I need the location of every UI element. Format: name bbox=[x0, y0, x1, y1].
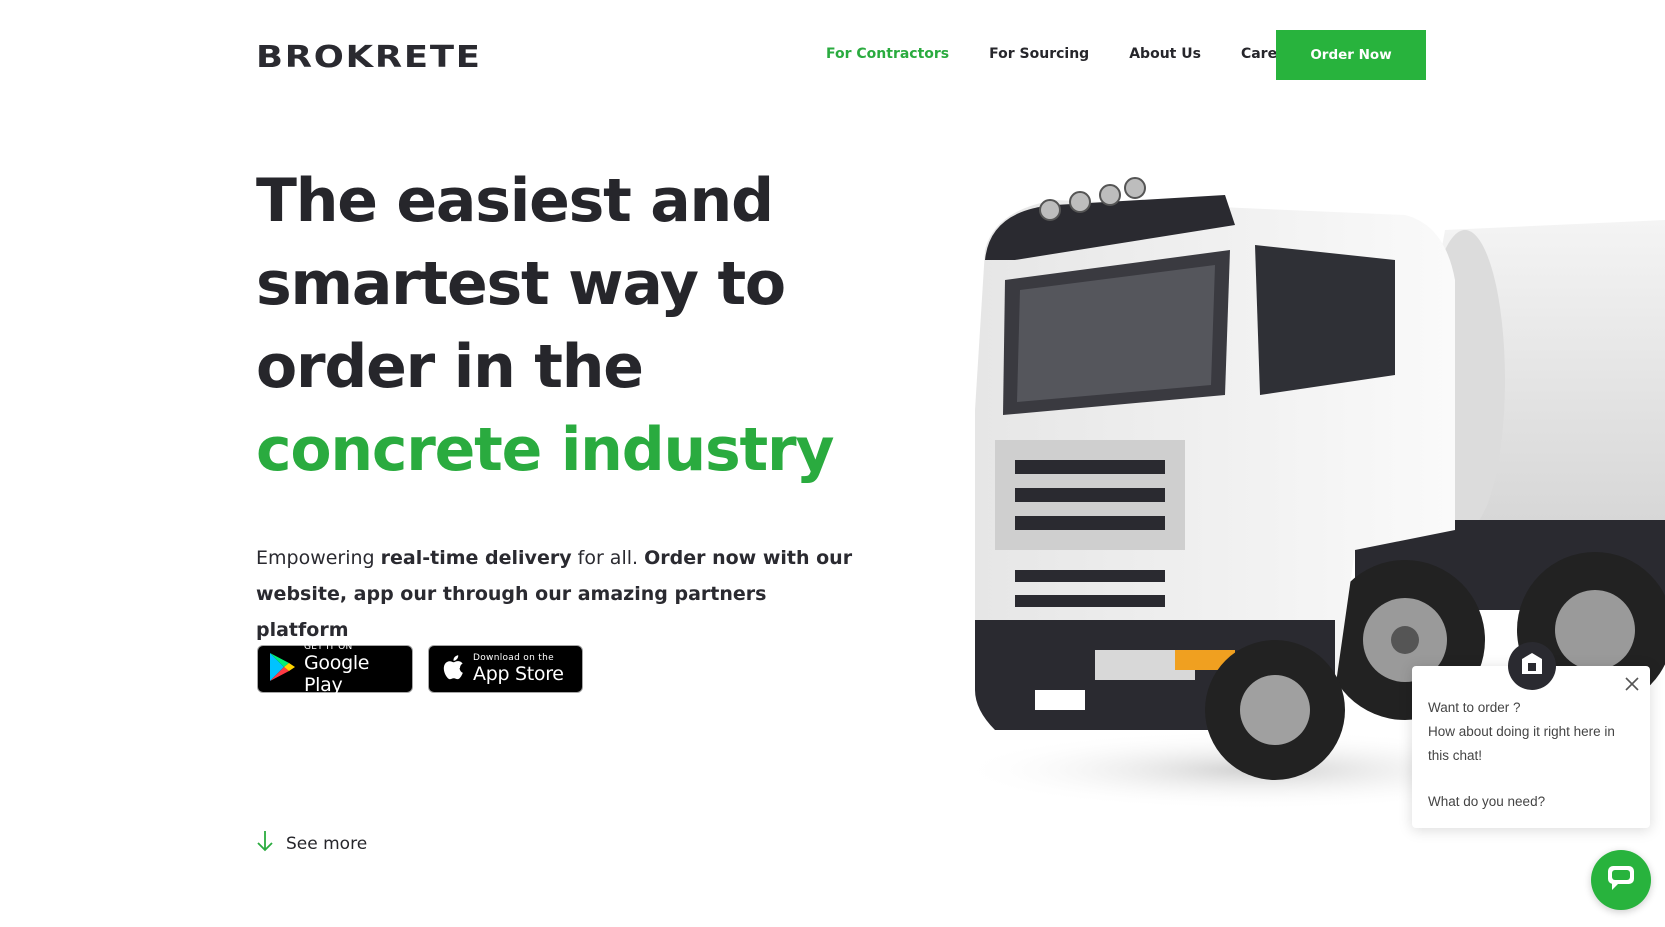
order-now-button[interactable]: Order Now bbox=[1276, 30, 1426, 80]
hero-title: The easiest and smartest way to order in… bbox=[256, 160, 936, 492]
nav-about-us[interactable]: About Us bbox=[1129, 46, 1201, 62]
nav-for-sourcing[interactable]: For Sourcing bbox=[989, 46, 1089, 62]
chat-bubble-icon bbox=[1606, 864, 1636, 897]
google-play-icon bbox=[268, 652, 296, 687]
app-store-badge[interactable]: Download on the App Store bbox=[428, 645, 583, 693]
hero-subtitle: Empowering real-time delivery for all. O… bbox=[256, 540, 856, 648]
app-store-small-text: Download on the bbox=[473, 653, 554, 663]
google-play-big-text: Google Play bbox=[304, 652, 370, 696]
app-store-big-text: App Store bbox=[473, 663, 564, 685]
see-more-label: See more bbox=[286, 833, 368, 854]
chat-close-icon[interactable] bbox=[1624, 676, 1640, 692]
google-play-badge[interactable]: GET IT ON Google Play bbox=[257, 642, 413, 696]
arrow-down-icon bbox=[256, 830, 274, 857]
hero-sub-text-2: for all. bbox=[571, 547, 645, 569]
chat-line-1: Want to order ? bbox=[1428, 700, 1521, 715]
brokrete-logo[interactable]: BROKRETE bbox=[256, 40, 482, 75]
hero-sub-text-1: Empowering bbox=[256, 547, 381, 569]
chat-popup[interactable]: Want to order ? How about doing it right… bbox=[1412, 666, 1650, 828]
apple-icon bbox=[439, 652, 465, 687]
chat-launcher-button[interactable] bbox=[1591, 850, 1651, 910]
see-more-link[interactable]: See more bbox=[256, 830, 367, 857]
chat-line-2: How about doing it right here in this ch… bbox=[1428, 724, 1615, 763]
nav-for-contractors[interactable]: For Contractors bbox=[826, 46, 949, 62]
google-play-small-text: GET IT ON bbox=[304, 642, 353, 652]
hero-title-text: The easiest and smartest way to order in… bbox=[256, 166, 786, 402]
chat-line-3: What do you need? bbox=[1428, 794, 1546, 809]
hero-sub-bold-1: real-time delivery bbox=[380, 547, 572, 569]
brokrete-logo-icon bbox=[1519, 651, 1545, 682]
hero-title-highlight: concrete industry bbox=[256, 415, 834, 485]
chat-avatar bbox=[1508, 642, 1556, 690]
main-nav: For Contractors For Sourcing About Us Ca… bbox=[826, 46, 1333, 62]
